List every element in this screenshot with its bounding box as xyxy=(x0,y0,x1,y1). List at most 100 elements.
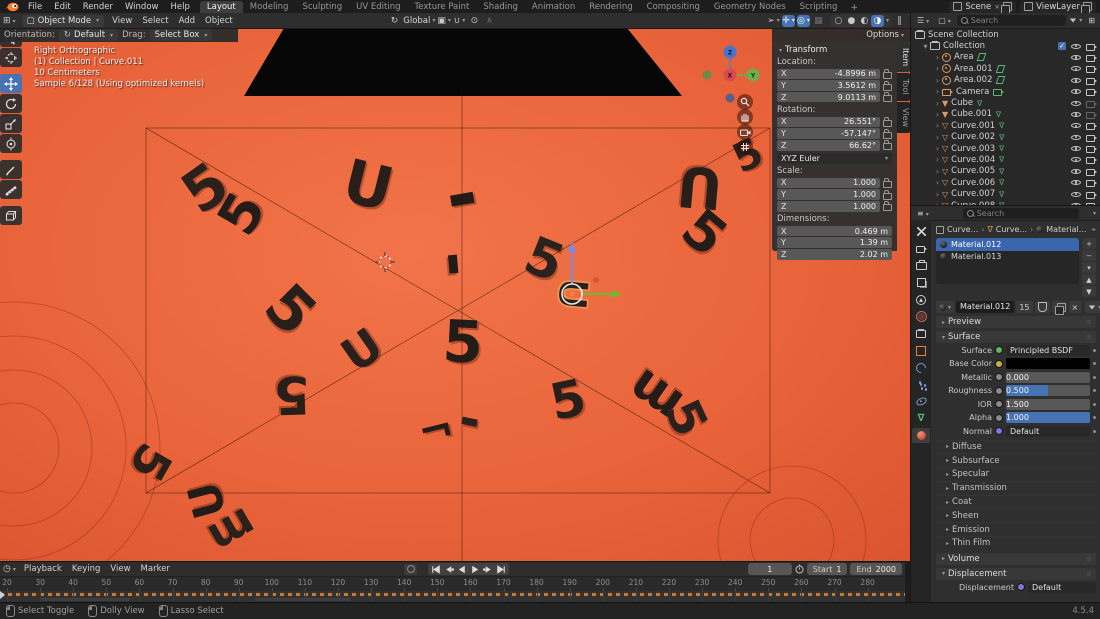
shading-solid-icon[interactable]: ● xyxy=(845,15,858,27)
region-split-icon[interactable]: ‖ xyxy=(893,15,906,27)
users-count-button[interactable]: 15 xyxy=(1016,301,1032,313)
hide-eye-icon[interactable] xyxy=(1071,87,1081,96)
outliner-search-input[interactable]: Search xyxy=(957,15,1067,26)
volume-panel-header[interactable]: ▸Volume≡ xyxy=(936,553,1096,565)
disable-render-icon[interactable] xyxy=(1086,156,1097,164)
properties-tab-collection[interactable] xyxy=(912,326,930,341)
section-transmission[interactable]: ▸Transmission xyxy=(936,481,1096,495)
viewport-menu-select[interactable]: Select xyxy=(137,16,173,26)
next-keyframe-button[interactable] xyxy=(482,564,494,574)
workspace-tab-animation[interactable]: Animation xyxy=(525,1,582,13)
viewlayer-selector[interactable]: ViewLayer xyxy=(1020,1,1096,13)
value-slider[interactable]: 0.500 xyxy=(1006,385,1090,396)
lock-icon[interactable] xyxy=(883,120,892,127)
unlink-material-button[interactable]: × xyxy=(1069,301,1082,313)
displacement-value-menu[interactable]: Default xyxy=(1028,582,1096,593)
outliner-row-camera[interactable]: ›Camera xyxy=(911,86,1100,97)
hide-eye-icon[interactable] xyxy=(1071,99,1081,108)
value-menu[interactable]: Principled BSDF xyxy=(1006,345,1090,356)
value-slider[interactable]: 0.000 xyxy=(1006,372,1090,383)
sidebar-tab-item[interactable]: Item xyxy=(897,42,910,72)
hide-eye-icon[interactable] xyxy=(1071,155,1081,164)
section-emission[interactable]: ▸Emission xyxy=(936,522,1096,536)
pin-icon[interactable]: ⌖ xyxy=(1091,225,1096,235)
workspace-tab-shading[interactable]: Shading xyxy=(476,1,525,13)
properties-editor-icon[interactable]: ≡▾ xyxy=(914,209,932,218)
section-sheen[interactable]: ▸Sheen xyxy=(936,508,1096,522)
frame-start-field[interactable]: Start1 xyxy=(807,563,848,575)
zoom-icon[interactable] xyxy=(737,94,753,110)
section-subsurface[interactable]: ▸Subsurface xyxy=(936,453,1096,467)
menu-render[interactable]: Render xyxy=(77,2,119,12)
disable-render-icon[interactable] xyxy=(1086,110,1097,118)
transform-field-dimensions-x[interactable]: X0.469 m xyxy=(777,226,892,237)
workspace-tab-compositing[interactable]: Compositing xyxy=(640,1,707,13)
properties-tab-view-layer[interactable] xyxy=(912,275,930,290)
disable-render-icon[interactable] xyxy=(1086,167,1097,175)
selectability-filter-dropdown[interactable]: ➢▾ xyxy=(767,15,780,27)
grid-toggle-icon[interactable] xyxy=(737,139,753,155)
workspace-tab-uv-editing[interactable]: UV Editing xyxy=(349,1,407,13)
outliner-row-area-001[interactable]: ›Area.001 xyxy=(911,63,1100,74)
playhead-arrow[interactable] xyxy=(0,591,5,599)
transform-field-location-z[interactable]: Z9.0113 m xyxy=(777,92,880,103)
orientation-dropdown[interactable]: ↻ Default▾ xyxy=(59,29,118,41)
disable-render-icon[interactable] xyxy=(1086,190,1097,198)
value-menu[interactable]: Default xyxy=(1006,426,1090,437)
hide-eye-icon[interactable] xyxy=(1071,144,1081,153)
transform-field-location-y[interactable]: Y3.5612 m xyxy=(777,80,880,91)
frame-end-field[interactable]: End2000 xyxy=(850,563,902,575)
move-gizmo[interactable] xyxy=(562,242,622,304)
material-slot-material-012[interactable]: Material.012 xyxy=(936,238,1079,251)
properties-tab-object[interactable] xyxy=(912,343,930,358)
properties-tab-particles[interactable] xyxy=(912,377,930,392)
play-reverse-button[interactable] xyxy=(456,564,468,574)
properties-tab-object-data[interactable]: ∇ xyxy=(912,411,930,426)
outliner-row-curve-005[interactable]: ›▽Curve.005∇ xyxy=(911,166,1100,177)
play-button[interactable] xyxy=(469,564,481,574)
browse-material-button[interactable]: ▾ xyxy=(936,301,954,313)
timeline-menu-playback[interactable]: Playback xyxy=(19,564,67,574)
disable-render-icon[interactable] xyxy=(1086,145,1097,153)
lock-icon[interactable] xyxy=(883,181,892,188)
properties-options-icon[interactable]: ▾ xyxy=(1093,210,1096,217)
hide-eye-icon[interactable] xyxy=(1071,64,1081,73)
preview-panel-header[interactable]: ▸Preview≡ xyxy=(936,316,1096,328)
jump-to-end-button[interactable] xyxy=(495,564,507,574)
show-gizmo-toggle[interactable]: ✛▾ xyxy=(782,15,795,27)
value-slider[interactable]: 1.000 xyxy=(1006,412,1090,423)
lock-icon[interactable] xyxy=(883,143,892,150)
slot-move-down-button[interactable]: ▼ xyxy=(1082,286,1096,297)
nav-gizmo[interactable]: Z Y X xyxy=(703,46,760,103)
scene-unlink-icon[interactable]: × xyxy=(994,3,1000,11)
proportional-editing-icon[interactable]: ⊙ xyxy=(468,15,481,27)
menu-window[interactable]: Window xyxy=(119,2,165,12)
workspace-tab-geometry-nodes[interactable]: Geometry Nodes xyxy=(707,1,793,13)
material-filter-button[interactable]: ▾ xyxy=(1085,301,1100,313)
viewlayer-copy-icon[interactable] xyxy=(1083,2,1092,11)
rotation-mode-dropdown[interactable]: XYZ Euler▾ xyxy=(777,153,892,164)
scene-copy-icon[interactable] xyxy=(1003,2,1012,11)
transform-field-rotation-z[interactable]: Z66.62° xyxy=(777,140,880,151)
transform-field-scale-x[interactable]: X1.000 xyxy=(777,178,880,189)
shading-dropdown-icon[interactable]: ▾ xyxy=(886,17,889,24)
sidebar-tab-view[interactable]: View xyxy=(897,102,910,133)
hide-eye-icon[interactable] xyxy=(1071,133,1081,142)
timeline-menu-keying[interactable]: Keying xyxy=(67,564,106,574)
viewport-menu-add[interactable]: Add xyxy=(174,16,200,26)
timeline-menu-view[interactable]: View xyxy=(105,564,135,574)
slot-specials-button[interactable]: ▾ xyxy=(1082,262,1096,273)
hide-eye-icon[interactable] xyxy=(1071,76,1081,85)
filter-objects-dropdown[interactable]: ▢▾ xyxy=(935,16,954,25)
material-name-field[interactable]: Material.012 xyxy=(956,301,1014,313)
shading-material-icon[interactable]: ◐ xyxy=(858,15,871,27)
new-collection-icon[interactable]: ⊞ xyxy=(1085,16,1098,25)
transform-field-rotation-y[interactable]: Y-57.147° xyxy=(777,128,880,139)
displacement-panel-header[interactable]: ▾Displacement≡ xyxy=(936,568,1096,580)
disable-render-icon[interactable] xyxy=(1086,53,1097,61)
transform-field-scale-z[interactable]: Z1.000 xyxy=(777,201,880,212)
menu-help[interactable]: Help xyxy=(164,2,195,12)
animate-dot-icon[interactable] xyxy=(1093,376,1096,379)
hide-eye-icon[interactable] xyxy=(1071,42,1081,51)
outliner-row-curve-001[interactable]: ›▽Curve.001∇ xyxy=(911,120,1100,131)
